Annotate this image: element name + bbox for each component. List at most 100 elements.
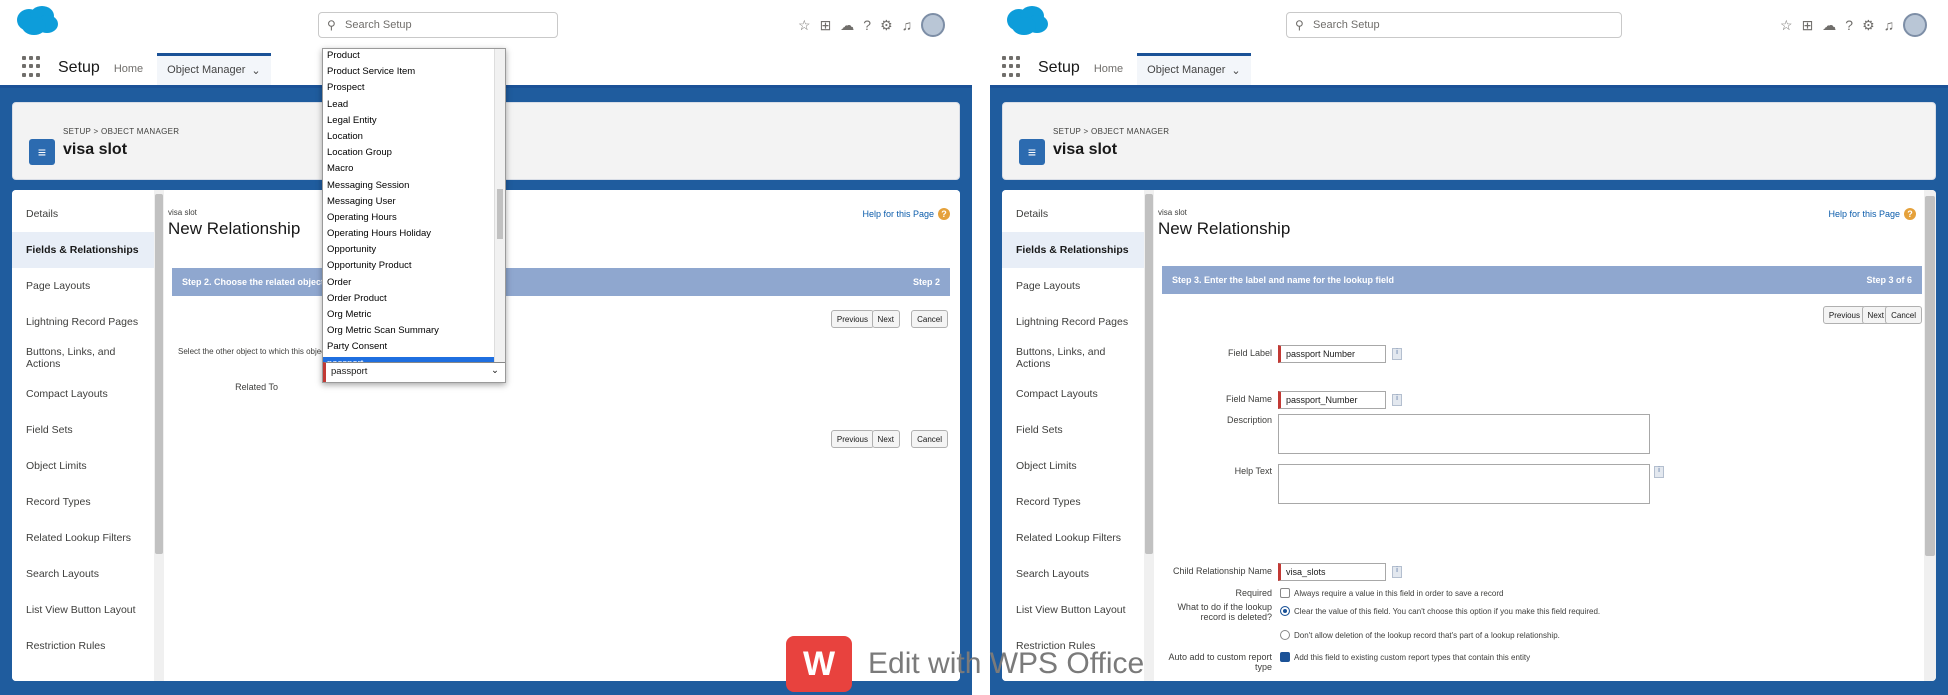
trailhead-icon[interactable]: ☁ [840, 17, 854, 34]
info-icon[interactable]: i [1392, 394, 1402, 406]
sidebar-item-field-sets[interactable]: Field Sets [1002, 412, 1150, 448]
field-name-input[interactable]: passport_Number [1278, 391, 1386, 409]
previous-button[interactable]: Previous [1822, 306, 1866, 324]
sidebar-item-object-limits[interactable]: Object Limits [12, 448, 160, 484]
sidebar-item-record-types[interactable]: Record Types [12, 484, 160, 520]
dropdown-option[interactable]: Legal Entity [323, 114, 505, 130]
breadcrumb[interactable]: SETUP > OBJECT MANAGER [1053, 127, 1169, 136]
sidebar-item-list-view-layout[interactable]: List View Button Layout [12, 592, 160, 628]
help-link[interactable]: Help for this Page? [1828, 208, 1916, 220]
dropdown-option[interactable]: Messaging User [323, 195, 505, 211]
gear-icon[interactable]: ⚙ [880, 17, 893, 34]
sidebar-item-page-layouts[interactable]: Page Layouts [12, 268, 160, 304]
salesforce-logo-icon[interactable] [14, 4, 60, 36]
sidebar-scrollbar[interactable] [154, 190, 164, 681]
sidebar-item-lookup-filters[interactable]: Related Lookup Filters [12, 520, 160, 556]
dropdown-option[interactable]: Product Service Item [323, 65, 505, 81]
dropdown-option[interactable]: Location Group [323, 146, 505, 162]
help-icon[interactable]: ? [863, 17, 871, 33]
info-icon[interactable]: i [1654, 466, 1664, 478]
nav-home-link[interactable]: Home [1094, 63, 1123, 75]
main-scrollbar[interactable] [1924, 190, 1936, 681]
sidebar-item-lookup-filters[interactable]: Related Lookup Filters [1002, 520, 1150, 556]
search-input[interactable]: ⚲ Search Setup [318, 12, 558, 38]
sidebar-item-field-sets[interactable]: Field Sets [12, 412, 160, 448]
sidebar-item-compact-layouts[interactable]: Compact Layouts [12, 376, 160, 412]
required-checkbox[interactable] [1280, 588, 1290, 598]
description-textarea[interactable] [1278, 414, 1650, 454]
next-button-bottom[interactable]: Next [871, 430, 900, 448]
app-launcher-icon[interactable] [1002, 56, 1024, 78]
dropdown-option[interactable]: Operating Hours Holiday [323, 227, 505, 243]
child-relationship-input[interactable]: visa_slots [1278, 563, 1386, 581]
help-icon[interactable]: ? [1845, 17, 1853, 33]
sidebar-scrollbar[interactable] [1144, 190, 1154, 681]
gear-icon[interactable]: ⚙ [1862, 17, 1875, 34]
chevron-down-icon[interactable]: ⌄ [1231, 64, 1240, 85]
dropdown-option[interactable]: Order [323, 276, 505, 292]
report-type-checkbox[interactable] [1280, 652, 1290, 662]
nav-tab-object-manager[interactable]: Object Manager ⌄ [1137, 53, 1251, 85]
nav-tab-object-manager[interactable]: Object Manager ⌄ [157, 53, 271, 85]
dropdown-option[interactable]: Operating Hours [323, 211, 505, 227]
cancel-button[interactable]: Cancel [911, 310, 948, 328]
avatar[interactable] [921, 13, 946, 37]
sidebar-item-fields[interactable]: Fields & Relationships [12, 232, 160, 268]
sidebar-item-record-types[interactable]: Record Types [1002, 484, 1150, 520]
sidebar-item-fields[interactable]: Fields & Relationships [1002, 232, 1150, 268]
add-icon[interactable]: ⊞ [1802, 17, 1814, 34]
dropdown-option[interactable]: Prospect [323, 81, 505, 97]
nav-home-link[interactable]: Home [114, 63, 143, 75]
salesforce-logo-icon[interactable] [1004, 4, 1050, 36]
field-label-input[interactable]: passport Number [1278, 345, 1386, 363]
dropdown-option[interactable]: Macro [323, 162, 505, 178]
previous-button-bottom[interactable]: Previous [830, 430, 874, 448]
prevent-delete-radio[interactable] [1280, 630, 1290, 640]
sidebar-item-page-layouts[interactable]: Page Layouts [1002, 268, 1150, 304]
dropdown-scrollbar[interactable] [494, 49, 505, 364]
favorites-icon[interactable]: ☆ [798, 17, 811, 34]
sidebar-item-lightning-pages[interactable]: Lightning Record Pages [12, 304, 160, 340]
chevron-down-icon[interactable]: ⌄ [251, 64, 260, 85]
dropdown-option[interactable]: Messaging Session [323, 179, 505, 195]
dropdown-option[interactable]: Order Product [323, 292, 505, 308]
dropdown-option[interactable]: Opportunity Product [323, 259, 505, 275]
sidebar-item-list-view-layout[interactable]: List View Button Layout [1002, 592, 1150, 628]
favorites-icon[interactable]: ☆ [1780, 17, 1793, 34]
clear-value-radio[interactable] [1280, 606, 1290, 616]
info-icon[interactable]: i [1392, 566, 1402, 578]
dropdown-option[interactable]: Org Metric Scan Summary [323, 324, 505, 340]
trailhead-icon[interactable]: ☁ [1822, 17, 1836, 34]
help-link[interactable]: Help for this Page? [862, 208, 950, 220]
sidebar-item-buttons-links[interactable]: Buttons, Links, and Actions [1002, 340, 1150, 376]
sidebar-item-lightning-pages[interactable]: Lightning Record Pages [1002, 304, 1150, 340]
breadcrumb[interactable]: SETUP > OBJECT MANAGER [63, 127, 179, 136]
add-icon[interactable]: ⊞ [820, 17, 832, 34]
sidebar-item-compact-layouts[interactable]: Compact Layouts [1002, 376, 1150, 412]
sidebar-item-search-layouts[interactable]: Search Layouts [1002, 556, 1150, 592]
dropdown-option[interactable]: Org Metric [323, 308, 505, 324]
previous-button[interactable]: Previous [830, 310, 874, 328]
sidebar-item-object-limits[interactable]: Object Limits [1002, 448, 1150, 484]
search-input[interactable]: ⚲ Search Setup [1286, 12, 1622, 38]
sidebar-item-restriction-rules[interactable]: Restriction Rules [12, 628, 160, 664]
dropdown-option[interactable]: Opportunity [323, 243, 505, 259]
dropdown-option[interactable]: Party Consent [323, 340, 505, 356]
help-text-textarea[interactable] [1278, 464, 1650, 504]
bell-icon[interactable]: ♫ [1884, 17, 1895, 33]
related-to-select[interactable]: passport ⌄ [323, 362, 505, 382]
sidebar-item-details[interactable]: Details [12, 196, 160, 232]
related-to-dropdown[interactable]: Product Product Service Item Prospect Le… [322, 48, 506, 383]
sidebar-item-search-layouts[interactable]: Search Layouts [12, 556, 160, 592]
cancel-button[interactable]: Cancel [1885, 306, 1922, 324]
info-icon[interactable]: i [1392, 348, 1402, 360]
sidebar-item-buttons-links[interactable]: Buttons, Links, and Actions [12, 340, 160, 376]
bell-icon[interactable]: ♫ [902, 17, 913, 33]
dropdown-option[interactable]: Product [323, 49, 505, 65]
dropdown-option[interactable]: Location [323, 130, 505, 146]
next-button[interactable]: Next [871, 310, 900, 328]
avatar[interactable] [1903, 13, 1928, 37]
cancel-button-bottom[interactable]: Cancel [911, 430, 948, 448]
dropdown-option[interactable]: Lead [323, 98, 505, 114]
sidebar-item-details[interactable]: Details [1002, 196, 1150, 232]
